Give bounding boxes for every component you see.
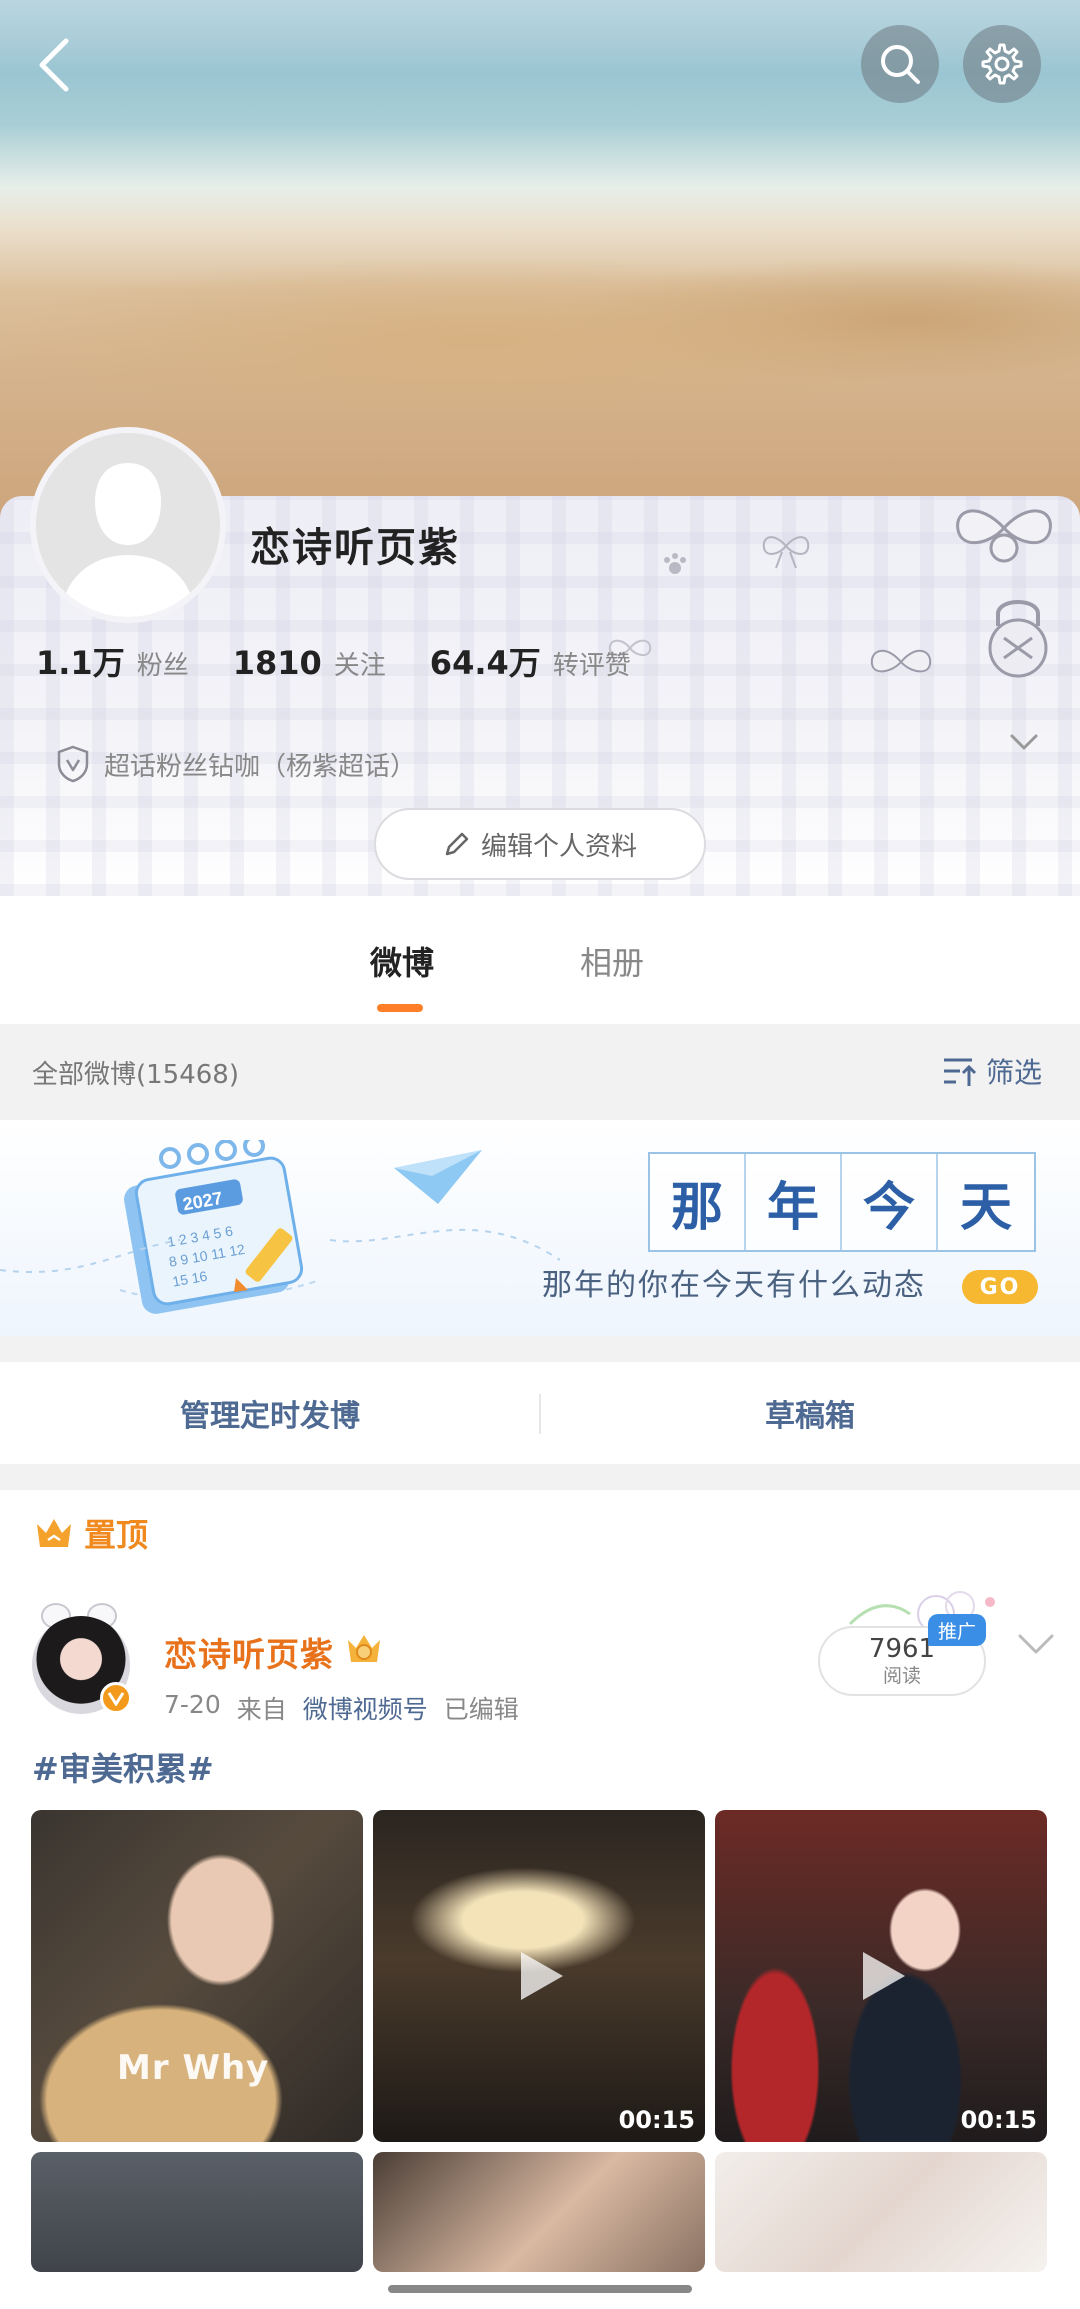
filter-bar: 全部微博(15468) 筛选: [0, 1024, 1080, 1120]
banner-title-grid: 那 年 今 天: [648, 1152, 1036, 1252]
back-button[interactable]: [24, 30, 84, 100]
banner-title-char: 天: [959, 1176, 1012, 1238]
lock-decoration-icon: [988, 600, 1048, 678]
content-tabs: 微博 相册: [0, 896, 1080, 1024]
video-duration: 00:15: [618, 2106, 695, 2134]
play-icon: [863, 1952, 905, 2000]
post-hashtag[interactable]: #审美积累#: [32, 1744, 214, 1790]
drafts-button[interactable]: 草稿箱: [540, 1362, 1080, 1464]
dashed-flight-path: [0, 1228, 560, 1274]
chevron-left-icon: [39, 38, 69, 92]
stat-following[interactable]: 1810 关注: [233, 644, 386, 682]
profile-name: 恋诗听页紫: [250, 525, 460, 571]
go-button[interactable]: GO: [962, 1270, 1038, 1304]
crown-icon: [37, 1519, 71, 1547]
bow-decoration-icon: [956, 509, 1052, 563]
video-thumbnail[interactable]: 00:15: [715, 1810, 1047, 2142]
stat-label: 粉丝: [136, 651, 189, 681]
stat-followers[interactable]: 1.1万 粉丝: [36, 638, 189, 684]
tab-album[interactable]: 相册: [580, 938, 644, 984]
gear-icon: [981, 43, 1023, 85]
search-button[interactable]: [861, 25, 939, 103]
video-duration: 00:15: [960, 2106, 1037, 2134]
home-indicator[interactable]: [388, 2285, 692, 2293]
post-management-bar: 管理定时发博 草稿箱: [0, 1362, 1080, 1464]
stat-value: 1810: [232, 644, 322, 682]
promote-tag[interactable]: 推广: [928, 1614, 986, 1646]
post-date: 7-20: [164, 1690, 221, 1719]
stat-interactions[interactable]: 64.4万 转评赞: [430, 638, 631, 684]
chevron-down-icon[interactable]: [1006, 724, 1042, 760]
tab-weibo[interactable]: 微博: [370, 938, 434, 984]
edit-profile-button[interactable]: 编辑个人资料: [374, 808, 706, 880]
banner-title-char: 今: [842, 1154, 938, 1250]
banner-title-char: 那: [650, 1154, 746, 1250]
stat-value: 1.1万: [36, 644, 125, 682]
edit-profile-label: 编辑个人资料: [480, 831, 637, 862]
filter-button[interactable]: 筛选: [942, 1046, 1042, 1096]
stat-label: 关注: [333, 651, 386, 681]
post-author-name[interactable]: 恋诗听页紫: [164, 1628, 334, 1676]
paw-icon: [664, 553, 686, 574]
video-thumbnail[interactable]: 00:15: [373, 1810, 705, 2142]
scheduled-posts-button[interactable]: 管理定时发博: [0, 1362, 540, 1464]
banner-title-char: 年: [746, 1154, 842, 1250]
filter-icon: [944, 1058, 977, 1086]
small-bow-icon: [762, 536, 810, 569]
settings-button[interactable]: [963, 25, 1041, 103]
supertopic-badge[interactable]: 超话粉丝钻咖（杨紫超话）: [56, 742, 416, 786]
post-meta: 7-20 来自 微博视频号 已编辑: [164, 1690, 535, 1726]
small-bow-icon: [870, 650, 932, 673]
play-icon: [521, 1952, 563, 2000]
on-this-day-banner[interactable]: 2027 1 2 3 4 5 6 8 9 10 11 12 15 16 那 年 …: [0, 1120, 1080, 1336]
badge-label: 超话粉丝钻咖（杨紫超话）: [104, 751, 417, 782]
image-watermark: Mr Why: [117, 2048, 270, 2088]
media-thumbnail[interactable]: [373, 2152, 705, 2272]
read-label: 阅读: [882, 1665, 921, 1687]
search-icon: [881, 45, 920, 84]
pinned-label-row: 置顶: [34, 1510, 148, 1556]
post-count: 全部微博(15468): [32, 1060, 239, 1090]
default-user-icon: [36, 433, 220, 617]
avatar[interactable]: [30, 427, 226, 623]
active-tab-indicator: [377, 1004, 423, 1012]
post-author-avatar[interactable]: [32, 1603, 132, 1714]
media-thumbnail[interactable]: Mr Why: [31, 1810, 363, 2142]
stat-label: 转评赞: [552, 651, 631, 681]
section-divider: [0, 1336, 1080, 1362]
chevron-down-icon[interactable]: [1016, 1628, 1056, 1658]
media-thumbnail[interactable]: [715, 2152, 1047, 2272]
filter-label: 筛选: [986, 1056, 1043, 1089]
read-count: 7961: [868, 1634, 936, 1664]
shield-v-icon: [57, 745, 89, 783]
section-divider: [0, 1464, 1080, 1490]
banner-subtitle: 那年的你在今天有什么动态: [542, 1268, 926, 1303]
post-from: 来自: [236, 1695, 287, 1724]
vip-crown-icon: [348, 1635, 380, 1662]
stat-value: 64.4万: [429, 644, 541, 682]
media-thumbnail[interactable]: [31, 2152, 363, 2272]
profile-stats: 1.1万 粉丝 1810 关注 64.4万 转评赞: [36, 638, 675, 688]
profile-page: 恋诗听页紫 1.1万 粉丝 1810 关注 64.4万 转评赞 超话粉丝钻咖（杨…: [0, 0, 1080, 2309]
pencil-icon: [445, 832, 469, 856]
pinned-label: 置顶: [84, 1516, 149, 1554]
verified-badge-icon: [100, 1682, 132, 1714]
post-source[interactable]: 微博视频号: [303, 1690, 428, 1726]
post-edited: 已编辑: [443, 1695, 519, 1724]
